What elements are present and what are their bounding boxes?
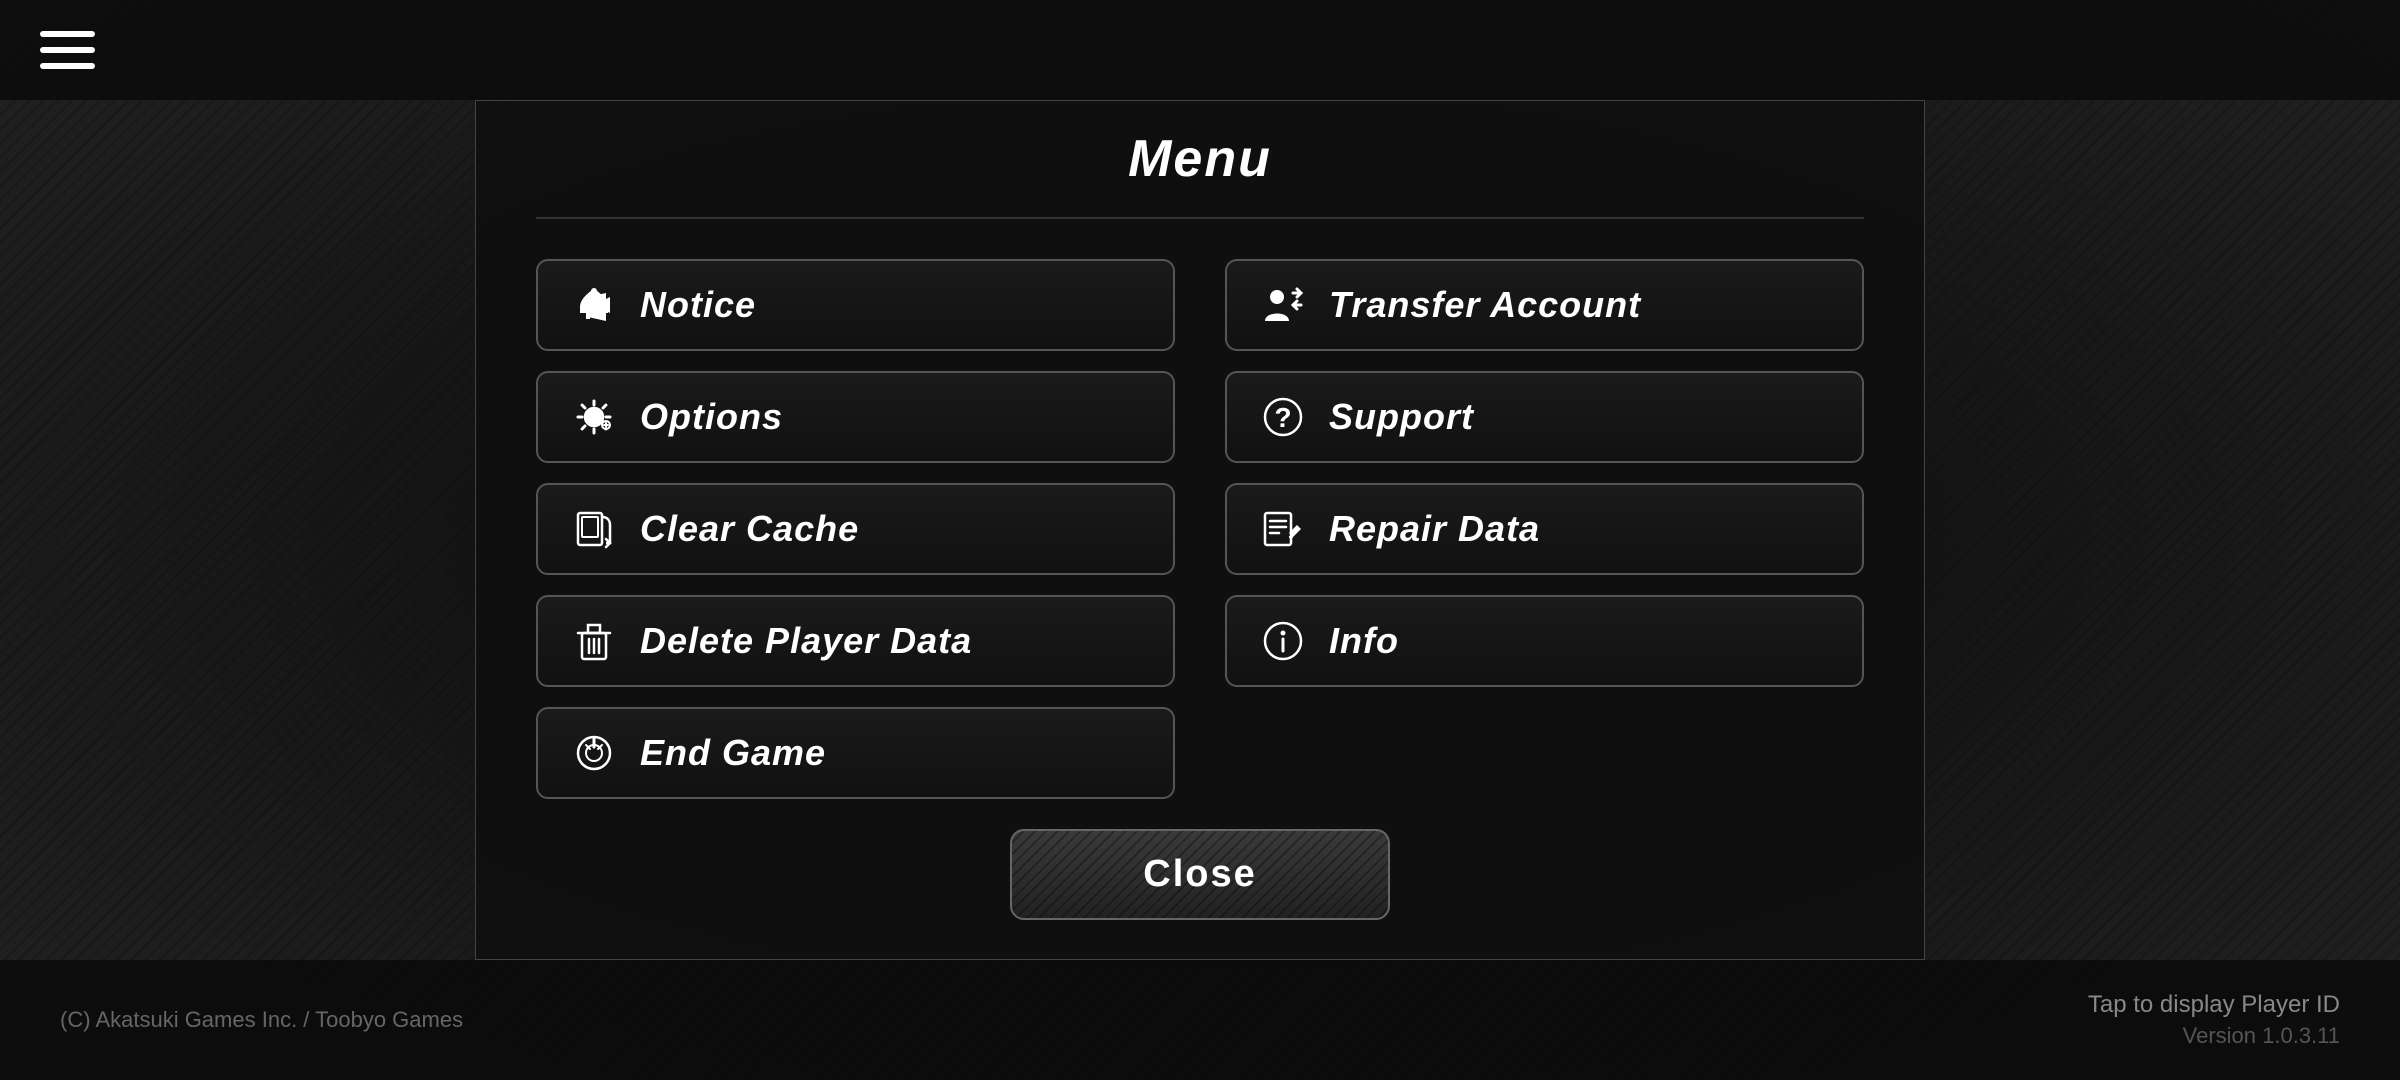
delete-player-data-label: Delete Player Data: [640, 620, 972, 662]
dialog-title: Menu: [1128, 130, 1272, 188]
delete-player-data-icon: [568, 615, 620, 667]
dialog-title-bar: Menu: [536, 101, 1864, 219]
notice-icon: [568, 279, 620, 331]
repair-data-button[interactable]: Repair Data: [1225, 483, 1864, 575]
repair-data-icon: [1257, 503, 1309, 555]
clear-cache-button[interactable]: Clear Cache: [536, 483, 1175, 575]
version-text: Version 1.0.3.11: [2183, 1023, 2340, 1049]
bottom-right: Tap to display Player ID Version 1.0.3.1…: [2088, 991, 2340, 1049]
top-bar: [0, 0, 2400, 100]
end-game-icon: [568, 727, 620, 779]
support-label: Support: [1329, 396, 1474, 438]
delete-player-data-button[interactable]: Delete Player Data: [536, 595, 1175, 687]
bottom-bar: (C) Akatsuki Games Inc. / Toobyo Games T…: [0, 960, 2400, 1080]
options-icon: [568, 391, 620, 443]
options-label: Options: [640, 396, 783, 438]
end-game-label: End Game: [640, 732, 826, 774]
menu-dialog: Menu Notice: [475, 100, 1925, 960]
notice-label: Notice: [640, 284, 756, 326]
button-grid: Notice Transfer Account: [536, 259, 1864, 799]
player-id-prompt[interactable]: Tap to display Player ID: [2088, 991, 2340, 1019]
transfer-account-icon: [1257, 279, 1309, 331]
svg-text:?: ?: [1274, 402, 1291, 433]
info-label: Info: [1329, 620, 1399, 662]
hamburger-menu-button[interactable]: [40, 31, 95, 69]
end-game-button[interactable]: End Game: [536, 707, 1175, 799]
clear-cache-icon: [568, 503, 620, 555]
close-area: Close: [536, 829, 1864, 920]
info-button[interactable]: Info: [1225, 595, 1864, 687]
close-button[interactable]: Close: [1010, 829, 1390, 920]
notice-button[interactable]: Notice: [536, 259, 1175, 351]
close-label: Close: [1143, 853, 1256, 895]
support-icon: ?: [1257, 391, 1309, 443]
clear-cache-label: Clear Cache: [640, 508, 859, 550]
repair-data-label: Repair Data: [1329, 508, 1540, 550]
info-icon: [1257, 615, 1309, 667]
transfer-account-label: Transfer Account: [1329, 284, 1641, 326]
options-button[interactable]: Options: [536, 371, 1175, 463]
transfer-account-button[interactable]: Transfer Account: [1225, 259, 1864, 351]
copyright-text: (C) Akatsuki Games Inc. / Toobyo Games: [60, 1007, 463, 1033]
support-button[interactable]: ? Support: [1225, 371, 1864, 463]
